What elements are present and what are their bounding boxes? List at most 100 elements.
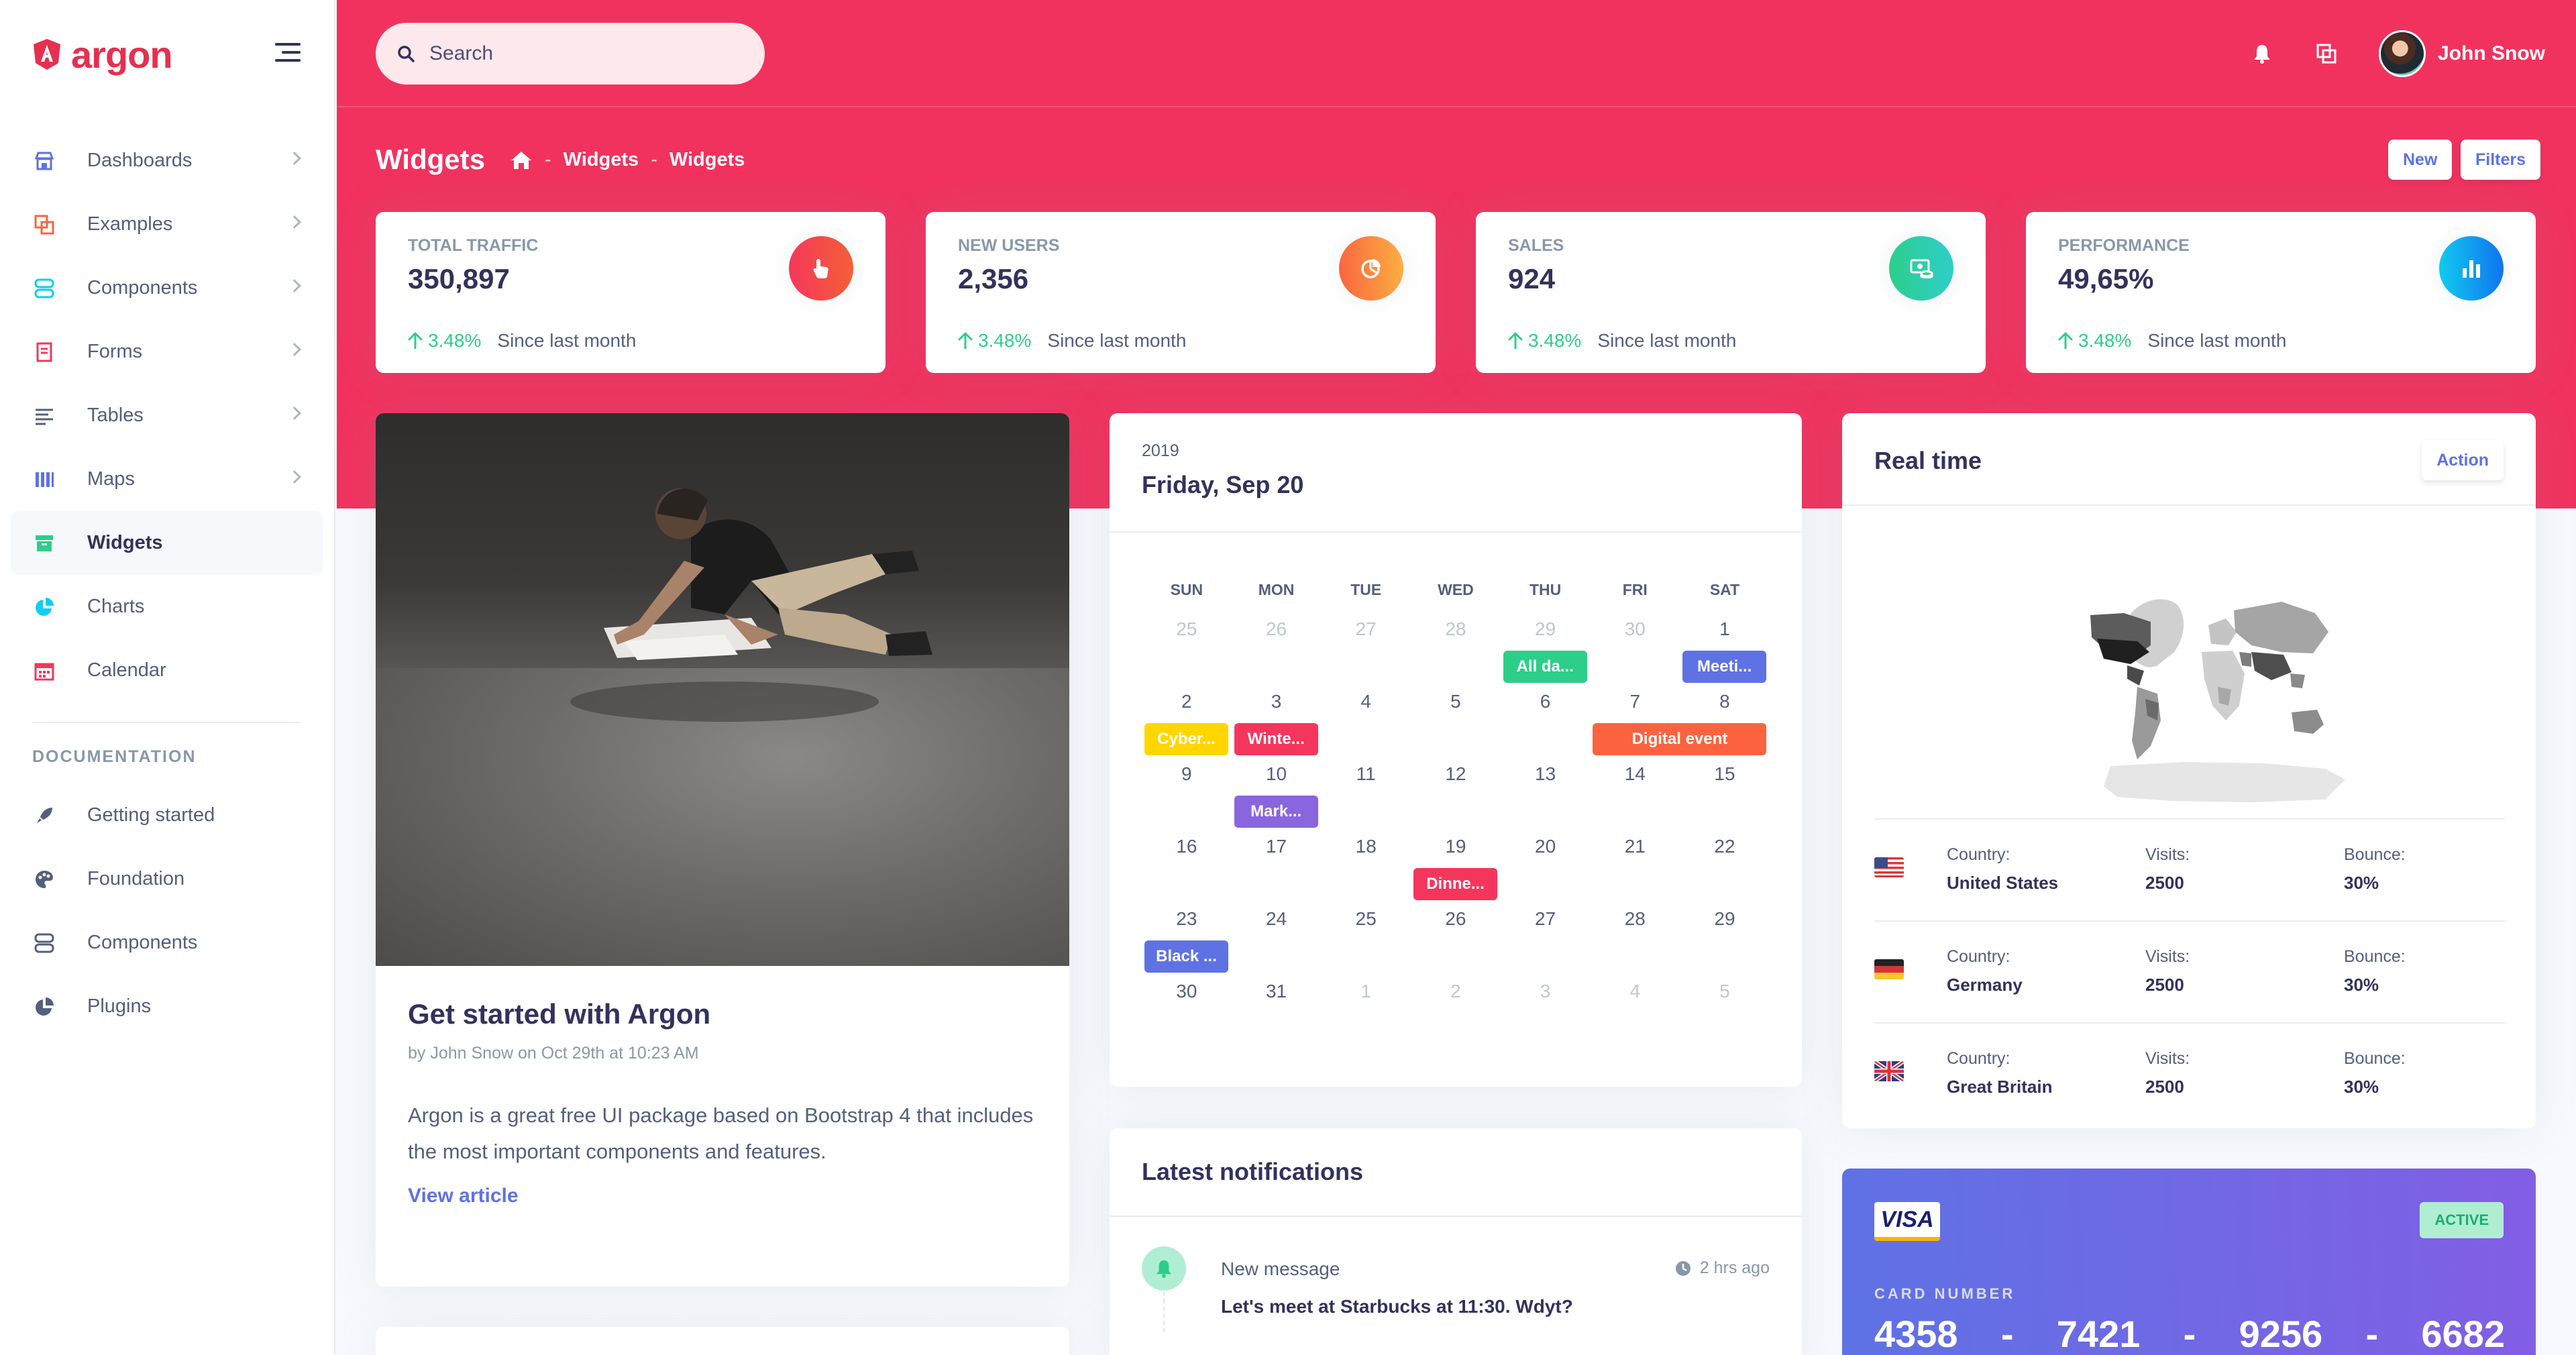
calendar-day[interactable]: 25 <box>1321 898 1411 970</box>
bounce-label: Bounce: <box>2344 1049 2406 1068</box>
visits-col: Visits: 2500 <box>2145 947 2190 995</box>
sidebar-item-forms[interactable]: Forms <box>11 320 323 384</box>
calendar-day[interactable]: 4 <box>1321 680 1411 753</box>
calendar-day[interactable]: 23 Black ... <box>1142 898 1232 973</box>
calendar-day[interactable]: 6 <box>1501 680 1591 753</box>
sidebar-nav: Dashboards Examples Components Forms Tab… <box>11 129 323 702</box>
calendar-day[interactable]: 5 <box>1411 680 1501 753</box>
new-button[interactable]: New <box>2388 140 2453 180</box>
calendar-day[interactable]: 9 <box>1142 753 1232 825</box>
card-number-separator: - <box>2183 1313 2196 1355</box>
calendar-day[interactable]: 26 <box>1232 608 1322 680</box>
search-box[interactable] <box>376 23 765 85</box>
brand-logo[interactable]: argon <box>32 32 173 76</box>
sidebar-item-getting-started[interactable]: Getting started <box>11 783 323 847</box>
calendar-day[interactable]: 31 <box>1232 970 1322 1042</box>
next-card-stub <box>376 1327 1069 1355</box>
calendar-day[interactable]: 25 <box>1142 608 1232 680</box>
sidebar-item-examples[interactable]: Examples <box>11 193 323 256</box>
card-number-group: 7421 <box>2056 1313 2141 1355</box>
calendar-day[interactable]: 3 <box>1501 970 1591 1042</box>
sidebar-item-calendar[interactable]: Calendar <box>11 639 323 702</box>
calendar-day[interactable]: 5 <box>1680 970 1770 1042</box>
sidebar-item-foundation[interactable]: Foundation <box>11 847 323 911</box>
calendar-day[interactable]: 18 <box>1321 825 1411 898</box>
calendar-day[interactable]: 27 <box>1321 608 1411 680</box>
sidebar-divider <box>32 722 301 723</box>
article-body: Argon is a great free UI package based o… <box>408 1103 1034 1163</box>
calendar-day[interactable]: 1 <box>1321 970 1411 1042</box>
calendar-day[interactable]: 24 <box>1232 898 1322 970</box>
topbar-divider <box>337 106 2576 107</box>
sidebar-item-charts[interactable]: Charts <box>11 575 323 639</box>
calendar-day[interactable]: 4 <box>1590 970 1680 1042</box>
stat-change: 3.48% <box>2078 330 2132 351</box>
sidebar-item-tables[interactable]: Tables <box>11 384 323 447</box>
calendar-event[interactable]: Dinne... <box>1413 868 1498 900</box>
sidebar-item-widgets[interactable]: Widgets <box>11 511 323 575</box>
stat-since: Since last month <box>1047 330 1187 351</box>
stat-title: Total traffic <box>408 236 539 255</box>
calendar-day[interactable]: 2 Cyber... <box>1142 680 1232 755</box>
calendar-day[interactable]: 20 <box>1501 825 1591 898</box>
calendar-day[interactable]: 10 Mark... <box>1232 753 1322 828</box>
home-icon[interactable] <box>510 150 533 170</box>
bell-icon[interactable] <box>2249 40 2275 67</box>
calendar-day[interactable]: 7 Digital event <box>1590 680 1767 755</box>
country-label: Country: <box>1947 1049 2010 1068</box>
calendar-event[interactable]: Winte... <box>1234 723 1318 755</box>
calendar-day[interactable]: 27 <box>1501 898 1591 970</box>
calendar-day[interactable]: 26 <box>1411 898 1501 970</box>
calendar-day[interactable]: 13 <box>1501 753 1591 825</box>
calendar-day[interactable]: 30 <box>1142 970 1232 1042</box>
calendar-event[interactable]: Mark... <box>1234 796 1318 828</box>
calendar-day[interactable]: 15 <box>1680 753 1770 825</box>
search-input[interactable] <box>429 42 724 65</box>
view-article-link[interactable]: View article <box>408 1185 519 1207</box>
filters-button[interactable]: Filters <box>2461 140 2541 180</box>
breadcrumb-item[interactable]: Widgets <box>564 149 639 171</box>
calendar-day[interactable]: 3 Winte... <box>1232 680 1322 755</box>
realtime-divider <box>1842 504 2536 506</box>
sidebar-item-plugins[interactable]: Plugins <box>11 975 323 1038</box>
sidebar-item-dashboards[interactable]: Dashboards <box>11 129 323 193</box>
calendar-date: Friday, Sep 20 <box>1142 471 1304 498</box>
visits-value: 2500 <box>2145 975 2184 995</box>
calendar-day[interactable]: 16 <box>1142 825 1232 898</box>
notification-from: New message <box>1221 1258 1340 1279</box>
country-col: Country: Great Britain <box>1947 1049 2053 1097</box>
calendar-day[interactable]: 1 Meeti... <box>1680 608 1770 683</box>
calendar-day[interactable]: 28 <box>1590 898 1680 970</box>
calendar-week: 25 26 27 28 29 All da... 30 1 Meeti... <box>1142 608 1770 683</box>
sidenav-toggle-icon[interactable] <box>275 43 301 63</box>
country-value: Great Britain <box>1947 1077 2053 1097</box>
sidebar-item-components[interactable]: Components <box>11 256 323 320</box>
calendar-day[interactable]: 30 <box>1590 608 1680 680</box>
calendar-event[interactable]: All da... <box>1503 651 1587 683</box>
sidebar-item-doc-components[interactable]: Components <box>11 911 323 975</box>
calendar-day[interactable]: 22 <box>1680 825 1770 898</box>
calendar-day[interactable]: 14 <box>1590 753 1680 825</box>
calendar-day[interactable]: 12 <box>1411 753 1501 825</box>
calendar-day[interactable]: 21 <box>1590 825 1680 898</box>
calendar-event[interactable]: Meeti... <box>1682 651 1767 683</box>
weekday-label: MON <box>1258 581 1295 598</box>
notification-message[interactable]: Let's meet at Starbucks at 11:30. Wdyt? <box>1221 1296 1573 1317</box>
ungroup-icon[interactable] <box>2313 40 2340 67</box>
calendar-day[interactable]: 28 <box>1411 608 1501 680</box>
calendar-day[interactable]: 8 <box>1680 680 1770 753</box>
calendar-day[interactable]: 19 Dinne... <box>1411 825 1501 900</box>
calendar-event[interactable]: Black ... <box>1144 940 1228 973</box>
calendar-day[interactable]: 29 <box>1680 898 1770 970</box>
calendar-day[interactable]: 11 <box>1321 753 1411 825</box>
user-menu[interactable]: John Snow <box>2379 30 2545 78</box>
action-button[interactable]: Action <box>2422 440 2504 480</box>
chart-pie-icon <box>1339 236 1403 301</box>
sidebar-item-maps[interactable]: Maps <box>11 447 323 511</box>
calendar-day[interactable]: 2 <box>1411 970 1501 1042</box>
calendar-event[interactable]: Cyber... <box>1144 723 1228 755</box>
calendar-day[interactable]: 17 <box>1232 825 1322 898</box>
visits-col: Visits: 2500 <box>2145 1049 2190 1097</box>
calendar-day[interactable]: 29 All da... <box>1501 608 1591 683</box>
stat-footer: 3.48% Since last month <box>408 330 636 351</box>
